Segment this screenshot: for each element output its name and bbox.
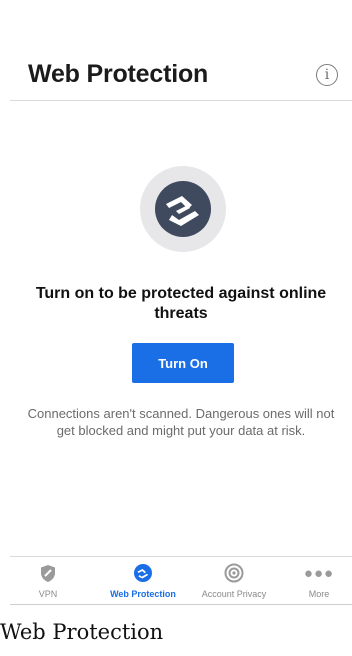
vpn-shield-icon (40, 563, 56, 583)
app-screen: Web Protection i Turn on to be protected… (10, 0, 352, 605)
headline: Turn on to be protected against online t… (35, 285, 327, 322)
tab-bar: VPN Web Protection Account Privacy ●●● M… (10, 556, 352, 605)
caption: Web Protection (0, 620, 164, 644)
tab-account-privacy[interactable]: Account Privacy (186, 563, 282, 603)
web-protection-icon (133, 563, 153, 583)
tab-label: Account Privacy (201, 589, 267, 599)
info-icon[interactable]: i (316, 64, 338, 86)
turn-on-button[interactable]: Turn On (132, 343, 234, 383)
header: Web Protection i (10, 0, 352, 101)
page-title: Web Protection (28, 60, 209, 88)
tab-label: Web Protection (110, 589, 176, 599)
tab-label: More (308, 589, 330, 599)
tab-label: VPN (38, 589, 58, 599)
account-privacy-icon (224, 563, 244, 583)
tab-web-protection[interactable]: Web Protection (98, 563, 188, 603)
web-protection-shield-icon (140, 166, 226, 252)
tab-more[interactable]: ●●● More (296, 563, 342, 603)
tab-vpn[interactable]: VPN (28, 563, 68, 603)
more-dots-icon: ●●● (303, 564, 335, 582)
description-text: Connections aren't scanned. Dangerous on… (27, 406, 335, 438)
